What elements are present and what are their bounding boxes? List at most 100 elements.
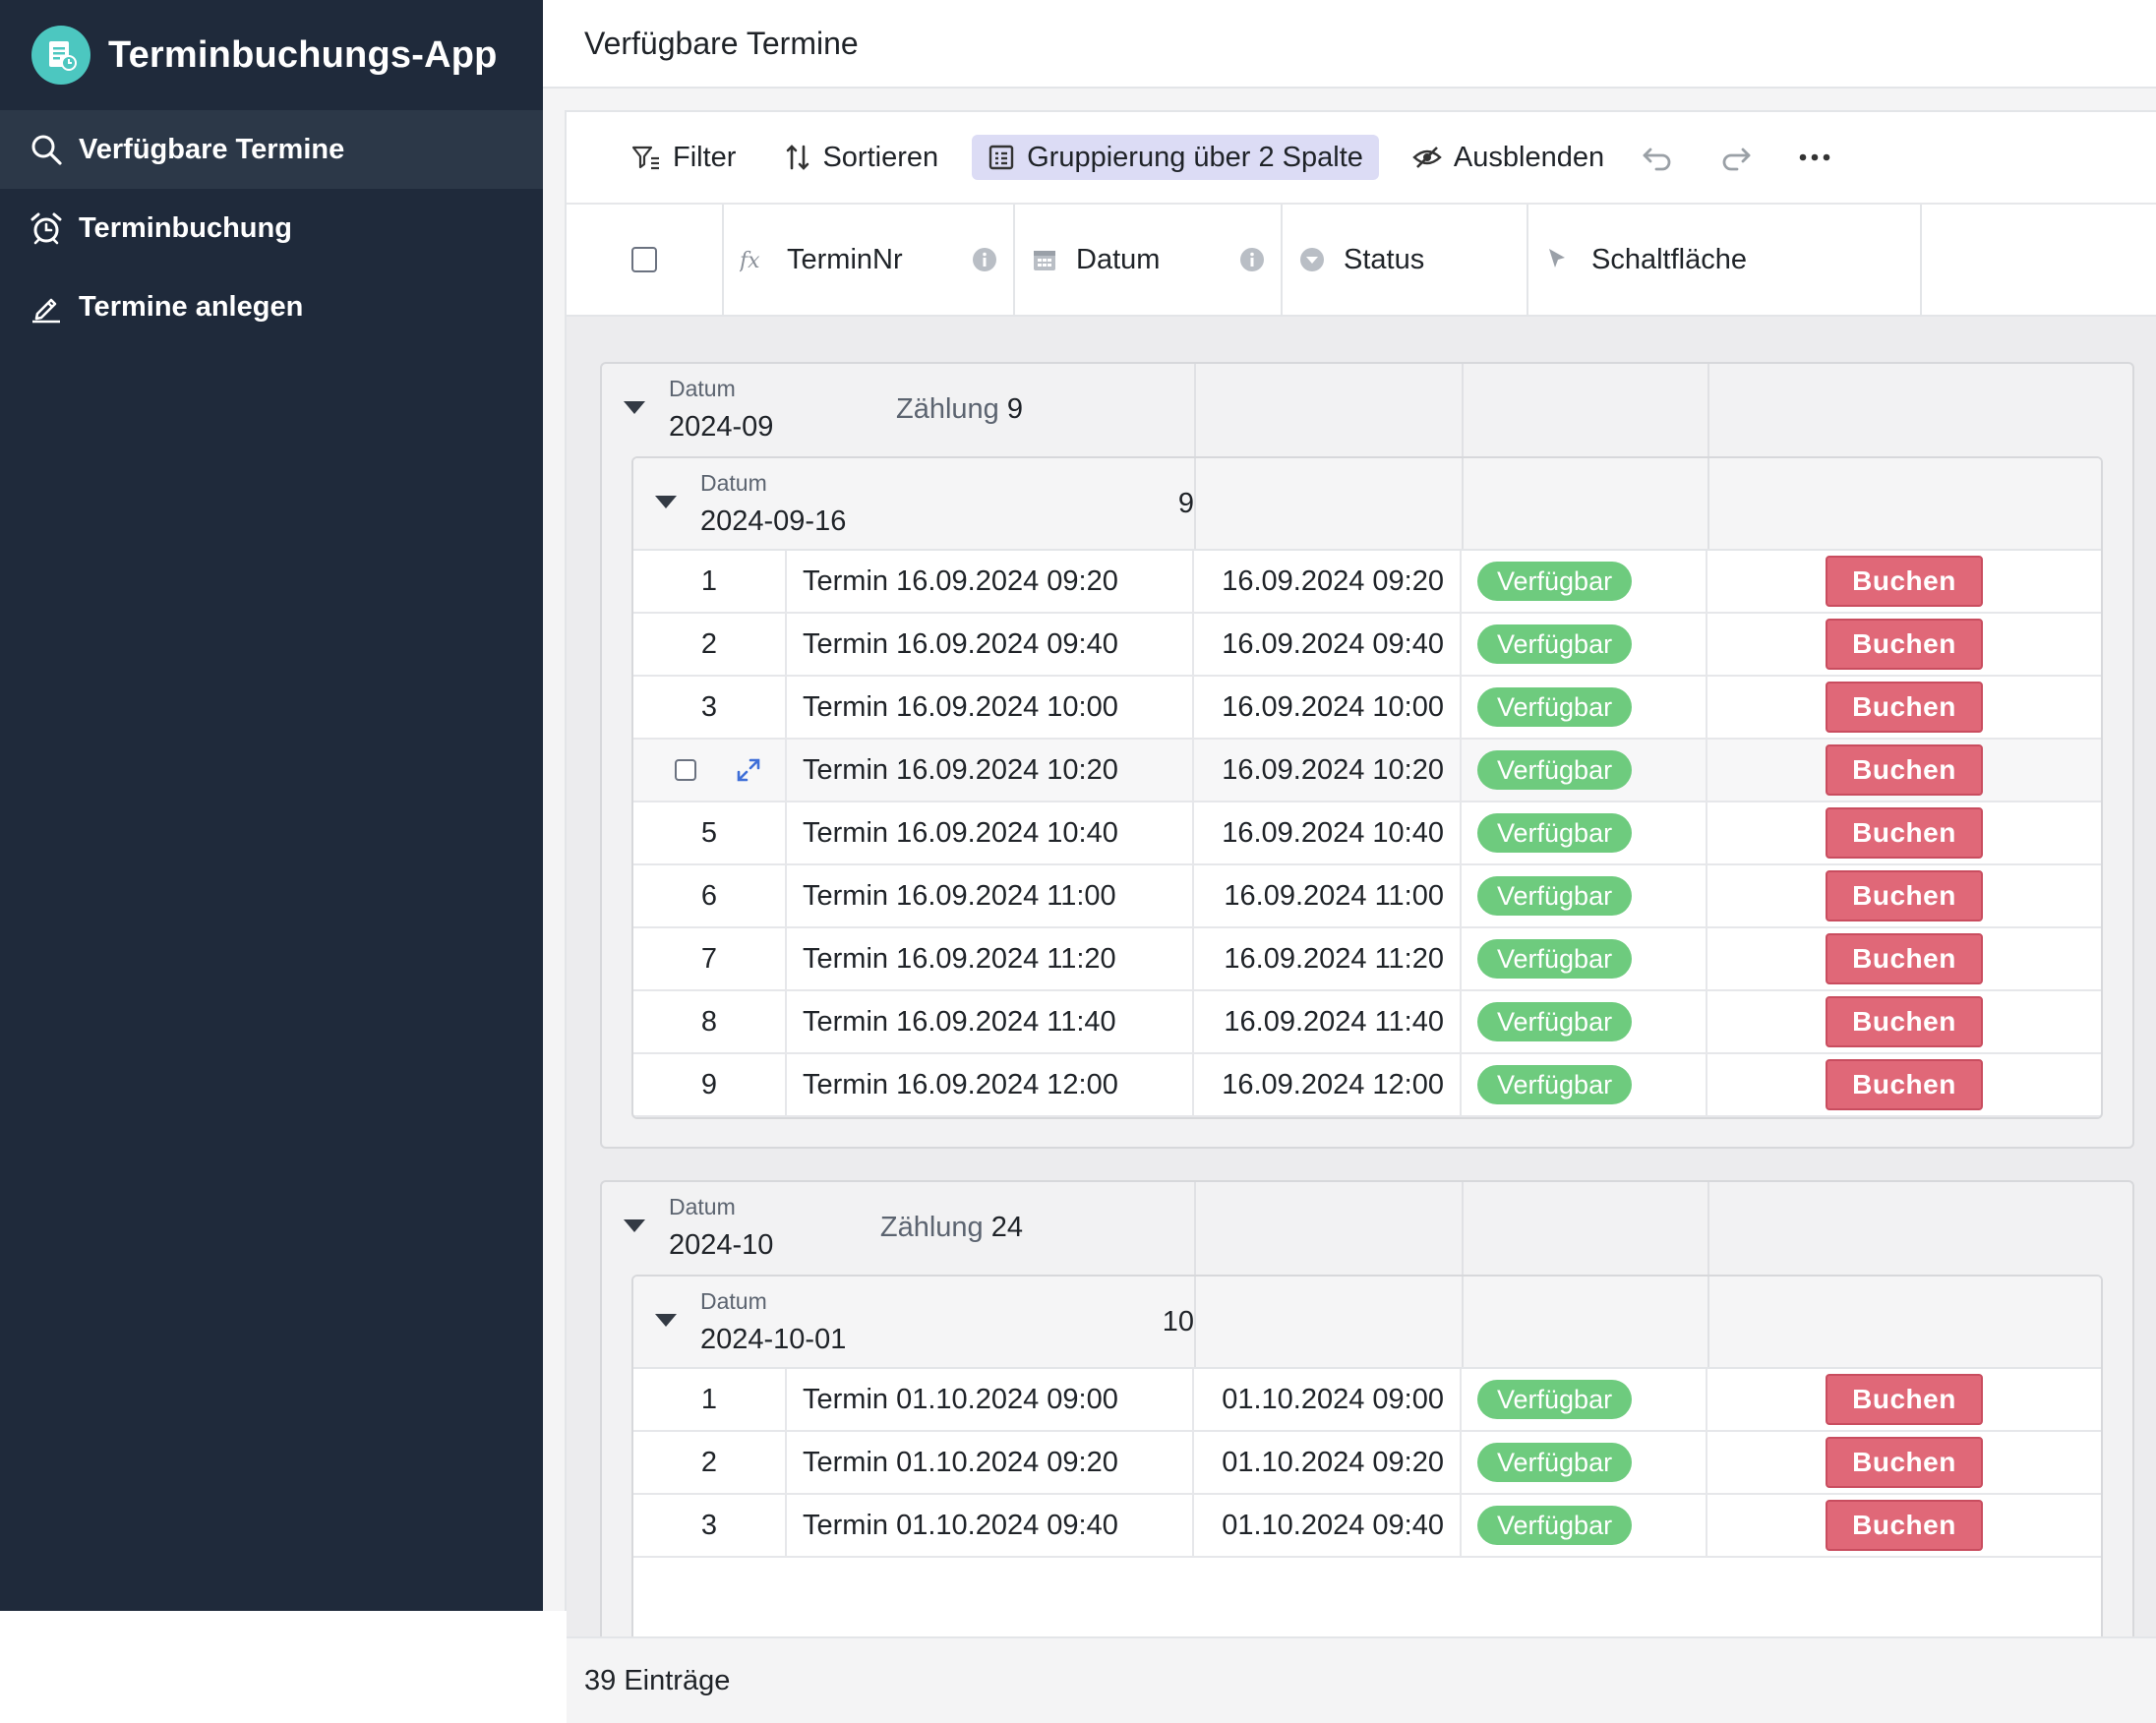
table-row[interactable]: 1 Termin 16.09.2024 09:20 16.09.2024 09:2… <box>633 551 2101 614</box>
datum-cell[interactable]: 01.10.2024 09:40 <box>1194 1495 1462 1556</box>
terminnr-cell[interactable]: Termin 16.09.2024 10:00 <box>787 677 1194 738</box>
row-checkbox[interactable] <box>675 759 696 781</box>
datum-cell[interactable]: 16.09.2024 12:00 <box>1194 1054 1462 1115</box>
collapse-triangle-icon[interactable] <box>655 1314 677 1327</box>
datum-cell[interactable]: 16.09.2024 09:40 <box>1194 614 1462 675</box>
sidebar-item-verfuegbare-termine[interactable]: Verfügbare Termine <box>0 110 543 189</box>
status-badge: Verfügbar <box>1477 750 1633 790</box>
group-value: 2024-10-01 <box>700 1324 847 1355</box>
table-row[interactable]: Termin 16.09.2024 10:20 16.09.2024 10:20… <box>633 740 2101 802</box>
terminnr-cell[interactable]: Termin 16.09.2024 10:40 <box>787 802 1194 863</box>
group-count: Zählung 24 <box>880 1212 1023 1244</box>
status-cell[interactable]: Verfügbar <box>1462 802 1707 863</box>
datum-cell[interactable]: 16.09.2024 11:40 <box>1194 991 1462 1052</box>
subgroup-header[interactable]: Datum 2024-09-16 9 <box>633 458 2101 551</box>
terminnr-cell[interactable]: Termin 16.09.2024 11:20 <box>787 928 1194 989</box>
undo-button[interactable] <box>1638 135 1677 180</box>
datum-cell[interactable]: 16.09.2024 11:20 <box>1194 928 1462 989</box>
group-header[interactable]: Datum 2024-09 Zählung 9 <box>602 364 2132 456</box>
status-cell[interactable]: Verfügbar <box>1462 1495 1707 1556</box>
book-button[interactable]: Buchen <box>1826 870 1983 921</box>
datum-cell[interactable]: 01.10.2024 09:20 <box>1194 1432 1462 1493</box>
book-button[interactable]: Buchen <box>1826 1059 1983 1110</box>
datum-cell[interactable]: 16.09.2024 11:00 <box>1194 865 1462 926</box>
terminnr-cell[interactable]: Termin 16.09.2024 12:00 <box>787 1054 1194 1115</box>
status-cell[interactable]: Verfügbar <box>1462 614 1707 675</box>
terminnr-cell[interactable]: Termin 01.10.2024 09:40 <box>787 1495 1194 1556</box>
terminnr-cell[interactable]: Termin 01.10.2024 09:00 <box>787 1369 1194 1430</box>
table-row[interactable]: 7 Termin 16.09.2024 11:20 16.09.2024 11:2… <box>633 928 2101 991</box>
terminnr-cell[interactable]: Termin 16.09.2024 10:20 <box>787 740 1194 801</box>
table-row[interactable]: 9 Termin 16.09.2024 12:00 16.09.2024 12:0… <box>633 1054 2101 1117</box>
table-row[interactable]: 3 Termin 16.09.2024 10:00 16.09.2024 10:0… <box>633 677 2101 740</box>
book-button[interactable]: Buchen <box>1826 744 1983 796</box>
table-row[interactable]: 8 Termin 16.09.2024 11:40 16.09.2024 11:4… <box>633 991 2101 1054</box>
book-button[interactable]: Buchen <box>1826 1500 1983 1551</box>
column-header-terminnr[interactable]: fx TerminNr <box>724 205 1015 315</box>
subgroup-header[interactable]: Datum 2024-10-01 10 <box>633 1277 2101 1369</box>
group-button[interactable]: Gruppierung über 2 Spalte <box>972 135 1379 180</box>
collapse-triangle-icon[interactable] <box>655 496 677 508</box>
filter-button[interactable]: Filter <box>616 135 751 180</box>
group-header[interactable]: Datum 2024-10 Zählung 24 <box>602 1182 2132 1275</box>
table-row[interactable]: 2 Termin 01.10.2024 09:20 01.10.2024 09:2… <box>633 1432 2101 1495</box>
book-button[interactable]: Buchen <box>1826 996 1983 1047</box>
table-row[interactable]: 3 Termin 01.10.2024 09:40 01.10.2024 09:4… <box>633 1495 2101 1558</box>
datum-cell[interactable]: 01.10.2024 09:00 <box>1194 1369 1462 1430</box>
datum-cell[interactable]: 16.09.2024 10:20 <box>1194 740 1462 801</box>
divider <box>1707 364 1709 456</box>
status-cell[interactable]: Verfügbar <box>1462 1054 1707 1115</box>
info-icon[interactable] <box>1239 247 1265 272</box>
book-button[interactable]: Buchen <box>1826 682 1983 733</box>
more-button[interactable] <box>1795 135 1834 180</box>
page-title: Verfügbare Termine <box>543 0 2156 89</box>
column-label: TerminNr <box>787 243 903 275</box>
book-button[interactable]: Buchen <box>1826 1437 1983 1488</box>
redo-button[interactable] <box>1716 135 1756 180</box>
table-row[interactable]: 6 Termin 16.09.2024 11:00 16.09.2024 11:0… <box>633 865 2101 928</box>
button-cell: Buchen <box>1707 928 2101 989</box>
sort-label: Sortieren <box>822 141 939 173</box>
status-cell[interactable]: Verfügbar <box>1462 1432 1707 1493</box>
collapse-triangle-icon[interactable] <box>624 401 645 414</box>
table-row[interactable]: 1 Termin 01.10.2024 09:00 01.10.2024 09:0… <box>633 1369 2101 1432</box>
status-cell[interactable]: Verfügbar <box>1462 928 1707 989</box>
info-icon[interactable] <box>972 247 997 272</box>
status-cell[interactable]: Verfügbar <box>1462 677 1707 738</box>
column-header-schaltflaeche[interactable]: Schaltfläche <box>1528 205 1922 315</box>
status-badge: Verfügbar <box>1477 813 1633 853</box>
book-button[interactable]: Buchen <box>1826 807 1983 859</box>
terminnr-cell[interactable]: Termin 16.09.2024 09:20 <box>787 551 1194 612</box>
datum-cell[interactable]: 16.09.2024 10:00 <box>1194 677 1462 738</box>
collapse-triangle-icon[interactable] <box>624 1219 645 1232</box>
status-cell[interactable]: Verfügbar <box>1462 1369 1707 1430</box>
datum-cell[interactable]: 16.09.2024 09:20 <box>1194 551 1462 612</box>
select-all-checkbox[interactable] <box>631 247 657 272</box>
datum-cell[interactable]: 16.09.2024 10:40 <box>1194 802 1462 863</box>
sidebar-item-terminbuchung[interactable]: Terminbuchung <box>0 189 543 267</box>
terminnr-cell[interactable]: Termin 16.09.2024 09:40 <box>787 614 1194 675</box>
book-button[interactable]: Buchen <box>1826 1374 1983 1425</box>
book-button[interactable]: Buchen <box>1826 619 1983 670</box>
status-cell[interactable]: Verfügbar <box>1462 991 1707 1052</box>
book-button[interactable]: Buchen <box>1826 933 1983 984</box>
terminnr-cell[interactable]: Termin 16.09.2024 11:00 <box>787 865 1194 926</box>
terminnr-cell[interactable]: Termin 01.10.2024 09:20 <box>787 1432 1194 1493</box>
column-header-datum[interactable]: Datum <box>1015 205 1283 315</box>
book-button[interactable]: Buchen <box>1826 556 1983 607</box>
sort-button[interactable]: Sortieren <box>769 135 954 180</box>
search-icon <box>31 135 62 165</box>
button-cell: Buchen <box>1707 677 2101 738</box>
status-cell[interactable]: Verfügbar <box>1462 865 1707 926</box>
hide-button[interactable]: Ausblenden <box>1397 135 1620 180</box>
status-badge: Verfügbar <box>1477 876 1633 916</box>
sidebar-item-termine-anlegen[interactable]: Termine anlegen <box>0 267 543 346</box>
divider <box>1194 458 1196 549</box>
status-cell[interactable]: Verfügbar <box>1462 740 1707 801</box>
terminnr-cell[interactable]: Termin 16.09.2024 11:40 <box>787 991 1194 1052</box>
table-row[interactable]: 5 Termin 16.09.2024 10:40 16.09.2024 10:4… <box>633 802 2101 865</box>
table-row[interactable]: 2 Termin 16.09.2024 09:40 16.09.2024 09:4… <box>633 614 2101 677</box>
column-header-status[interactable]: Status <box>1283 205 1528 315</box>
expand-row-icon[interactable] <box>736 757 761 783</box>
status-cell[interactable]: Verfügbar <box>1462 551 1707 612</box>
